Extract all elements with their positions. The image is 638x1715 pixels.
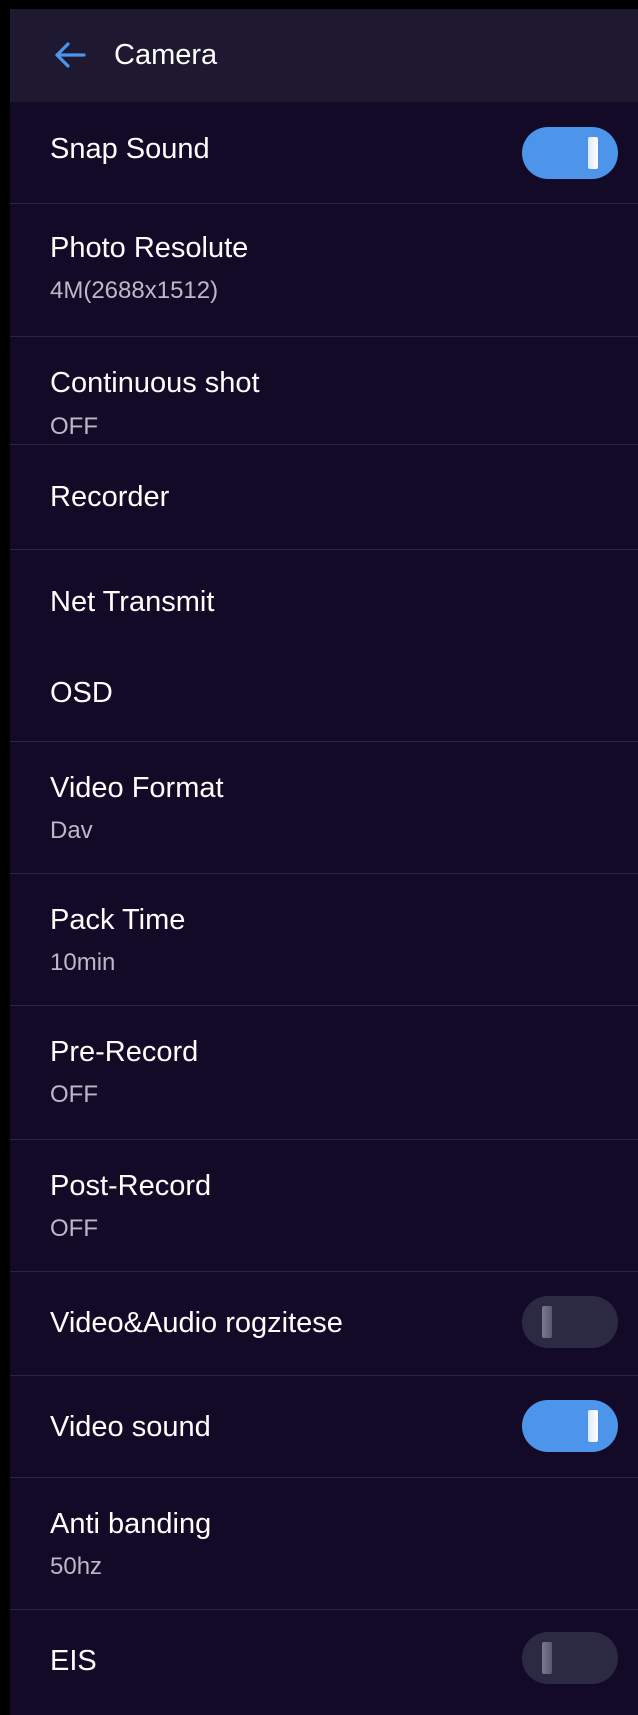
toggle-knob	[542, 1642, 552, 1674]
camera-settings-screen: Camera Snap Sound Photo Resolute 4M(2688…	[10, 0, 638, 1715]
toggle-knob	[588, 137, 598, 169]
setting-label: Recorder	[50, 481, 170, 513]
settings-list: Snap Sound Photo Resolute 4M(2688x1512) …	[10, 102, 638, 1715]
setting-recorder[interactable]: Recorder	[10, 445, 638, 550]
setting-anti-banding[interactable]: Anti banding 50hz	[10, 1478, 638, 1610]
setting-pack-time[interactable]: Pack Time 10min	[10, 874, 638, 1006]
setting-value: Dav	[50, 817, 93, 844]
setting-value: 4M(2688x1512)	[50, 277, 219, 304]
setting-video-format[interactable]: Video Format Dav	[10, 742, 638, 874]
arrow-left-icon[interactable]	[52, 37, 88, 73]
setting-post-record[interactable]: Post-Record OFF	[10, 1140, 638, 1272]
toggle-knob	[588, 1410, 598, 1442]
setting-value: 50hz	[50, 1553, 103, 1580]
setting-label: Post-Record	[50, 1170, 212, 1202]
setting-label: Video Format	[50, 772, 224, 804]
snap-sound-toggle[interactable]	[522, 127, 618, 179]
eis-toggle[interactable]	[522, 1632, 618, 1684]
setting-pre-record[interactable]: Pre-Record OFF	[10, 1006, 638, 1140]
setting-osd[interactable]: OSD	[10, 646, 638, 742]
setting-label: Photo Resolute	[50, 232, 249, 264]
setting-net-transmit[interactable]: Net Transmit	[10, 550, 638, 646]
setting-label: Pre-Record	[50, 1036, 199, 1068]
header-bar: Camera	[10, 0, 638, 102]
setting-video-audio[interactable]: Video&Audio rogzitese	[10, 1272, 638, 1376]
setting-video-sound[interactable]: Video sound	[10, 1376, 638, 1478]
setting-label: Anti banding	[50, 1508, 212, 1540]
setting-continuous-shot[interactable]: Continuous shot OFF	[10, 337, 638, 445]
setting-label: EIS	[50, 1645, 97, 1677]
setting-snap-sound[interactable]: Snap Sound	[10, 102, 638, 204]
setting-label: Continuous shot	[50, 367, 260, 399]
toggle-knob	[542, 1306, 552, 1338]
setting-label: OSD	[50, 677, 113, 709]
setting-eis[interactable]: EIS	[10, 1610, 638, 1715]
setting-label: Snap Sound	[50, 133, 210, 165]
video-audio-toggle[interactable]	[522, 1296, 618, 1348]
setting-value: OFF	[50, 413, 98, 440]
setting-label: Net Transmit	[50, 586, 215, 618]
video-sound-toggle[interactable]	[522, 1400, 618, 1452]
page-title: Camera	[114, 39, 218, 71]
setting-label: Video sound	[50, 1411, 211, 1443]
setting-value: OFF	[50, 1081, 98, 1108]
setting-photo-resolute[interactable]: Photo Resolute 4M(2688x1512)	[10, 204, 638, 337]
setting-value: 10min	[50, 949, 116, 976]
setting-label: Pack Time	[50, 904, 186, 936]
setting-label: Video&Audio rogzitese	[50, 1307, 343, 1339]
setting-value: OFF	[50, 1215, 98, 1242]
